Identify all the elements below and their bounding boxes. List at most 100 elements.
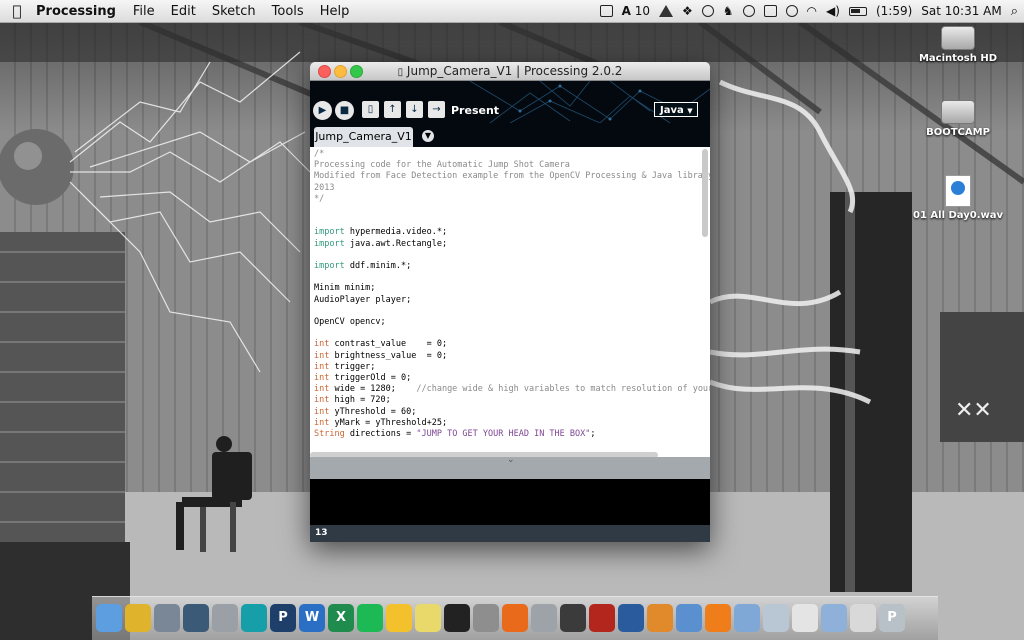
dock-system-prefs-icon[interactable] — [473, 604, 499, 632]
time-machine-icon[interactable] — [785, 5, 798, 17]
code-text-span: AudioPlayer player; — [314, 294, 412, 305]
dock-processing-icon[interactable]: P — [270, 604, 296, 632]
vertical-scroll-thumb[interactable] — [702, 149, 708, 237]
volume-icon[interactable]: ◀) — [826, 4, 840, 18]
code-line: import java.awt.Rectangle; — [314, 239, 698, 250]
code-comment: //change wide & high variables to match … — [416, 384, 710, 395]
code-text-span: Minim minim; — [314, 283, 376, 294]
dock-terminal-icon[interactable] — [444, 604, 470, 632]
menu-file[interactable]: File — [125, 4, 163, 19]
zoom-button[interactable] — [350, 65, 363, 78]
code-keyword: int — [314, 384, 330, 395]
code-line: import ddf.minim.*; — [314, 261, 698, 272]
display-icon[interactable] — [763, 5, 777, 17]
wifi-icon[interactable]: ◠ — [807, 4, 817, 18]
vertical-scrollbar[interactable] — [702, 149, 708, 449]
dock-trash-icon[interactable]: P — [879, 604, 905, 632]
mode-label: Java — [660, 105, 684, 116]
window-titlebar[interactable]: ▯ Jump_Camera_V1 | Processing 2.0.2 — [310, 62, 710, 81]
dock-arduino-icon[interactable] — [241, 604, 267, 632]
tab-jump-camera[interactable]: Jump_Camera_V1 — [314, 127, 413, 147]
open-button[interactable]: ↑ — [384, 101, 401, 118]
dock-drive-icon[interactable] — [386, 604, 412, 632]
menu-sketch[interactable]: Sketch — [204, 4, 264, 19]
dock-launchpad-icon[interactable] — [154, 604, 180, 632]
sync-icon[interactable] — [701, 5, 714, 17]
dock-documents-icon[interactable] — [763, 604, 789, 632]
dock-chrome-icon[interactable] — [125, 604, 151, 632]
hard-drive-icon — [941, 26, 975, 50]
code-line: Processing code for the Automatic Jump S… — [314, 160, 698, 171]
dock-acrobat-icon[interactable] — [589, 604, 615, 632]
code-editor[interactable]: /* Processing code for the Automatic Jump… — [310, 147, 710, 457]
code-line: ​ — [314, 328, 698, 339]
dock-preview-icon[interactable] — [850, 604, 876, 632]
export-icon: → — [432, 104, 441, 115]
code-line: int contrast_value = 0; — [314, 339, 698, 350]
code-text-span: yThreshold = 60; — [329, 406, 417, 417]
dock-vlc-icon[interactable] — [705, 604, 731, 632]
console-divider[interactable]: ⌄ — [310, 455, 710, 479]
dock-photo-icon[interactable] — [183, 604, 209, 632]
desktop-icon-label: Macintosh HD — [918, 53, 998, 64]
dock-stickies-icon[interactable] — [415, 604, 441, 632]
code-text[interactable]: /* Processing code for the Automatic Jump… — [314, 149, 710, 440]
save-button[interactable]: ↓ — [406, 101, 423, 118]
run-button[interactable]: ▶ — [313, 101, 332, 120]
dock-downloads-icon[interactable] — [734, 604, 760, 632]
dock-spotify-icon[interactable] — [357, 604, 383, 632]
menu-bar:  Processing File Edit Sketch Tools Help… — [0, 0, 1024, 23]
tab-menu-button[interactable]: ▼ — [422, 130, 434, 142]
mode-selector[interactable]: Java ▼ — [654, 102, 698, 117]
code-line: int triggerOld = 0; — [314, 373, 698, 384]
google-drive-icon[interactable] — [659, 5, 674, 17]
close-button[interactable] — [318, 65, 331, 78]
minimize-button[interactable] — [334, 65, 347, 78]
code-keyword: int — [314, 350, 330, 361]
desktop-icon-bootcamp[interactable]: BOOTCAMP — [913, 100, 1003, 138]
evernote-icon[interactable]: ♞ — [723, 4, 734, 18]
menu-app-name[interactable]: Processing — [34, 4, 125, 19]
dock-calculator-icon[interactable] — [212, 604, 238, 632]
spotlight-search-icon[interactable]: ⌕ — [1011, 4, 1018, 19]
code-text-span: ddf.minim.*; — [344, 261, 412, 272]
battery-time[interactable]: (1:59) — [876, 4, 912, 18]
apple-menu-icon[interactable]:  — [0, 2, 34, 20]
chevron-down-icon: ▼ — [687, 107, 693, 115]
export-button[interactable]: → — [428, 101, 445, 118]
play-icon: ▶ — [318, 105, 327, 116]
dock-activity-monitor-icon[interactable] — [560, 604, 586, 632]
code-keyword: String — [314, 429, 345, 440]
code-keyword: int — [314, 339, 330, 350]
menu-tools[interactable]: Tools — [264, 4, 312, 19]
desktop-icon-macintosh-hd[interactable]: Macintosh HD — [913, 26, 1003, 64]
code-keyword: import — [314, 227, 345, 238]
audio-file-icon — [945, 175, 971, 207]
dock-excel-icon[interactable]: X — [328, 604, 354, 632]
adobe-count: 10 — [634, 4, 651, 18]
dock-pdf-icon[interactable] — [792, 604, 818, 632]
battery-icon[interactable] — [848, 6, 867, 16]
clock[interactable]: Sat 10:31 AM — [921, 4, 1001, 18]
shield-status-icon[interactable] — [599, 5, 613, 17]
do-not-disturb-icon[interactable] — [742, 5, 755, 17]
desktop-icon-wav-file[interactable]: 01 All Day0.wav — [913, 175, 1003, 221]
adobe-status[interactable]: A 10 — [622, 4, 650, 18]
dock-firefox-icon[interactable] — [502, 604, 528, 632]
stop-button[interactable]: ■ — [335, 101, 354, 120]
menu-help[interactable]: Help — [312, 4, 358, 19]
menu-edit[interactable]: Edit — [163, 4, 204, 19]
dock-finder-icon[interactable] — [96, 604, 122, 632]
dropbox-icon[interactable]: ❖ — [682, 4, 693, 18]
dock-folder-icon[interactable] — [676, 604, 702, 632]
dock-virtualbox-icon[interactable] — [618, 604, 644, 632]
new-button[interactable]: ▯ — [362, 101, 379, 118]
dock-word-icon[interactable]: W — [299, 604, 325, 632]
dock-applications-icon[interactable] — [821, 604, 847, 632]
code-text-span: trigger; — [329, 361, 376, 372]
dock-ibooks-icon[interactable] — [647, 604, 673, 632]
arrow-up-icon: ↑ — [388, 104, 397, 115]
code-text-span: high = 720; — [329, 395, 391, 406]
dock-disk-utility-icon[interactable] — [531, 604, 557, 632]
console-area[interactable] — [310, 479, 710, 525]
